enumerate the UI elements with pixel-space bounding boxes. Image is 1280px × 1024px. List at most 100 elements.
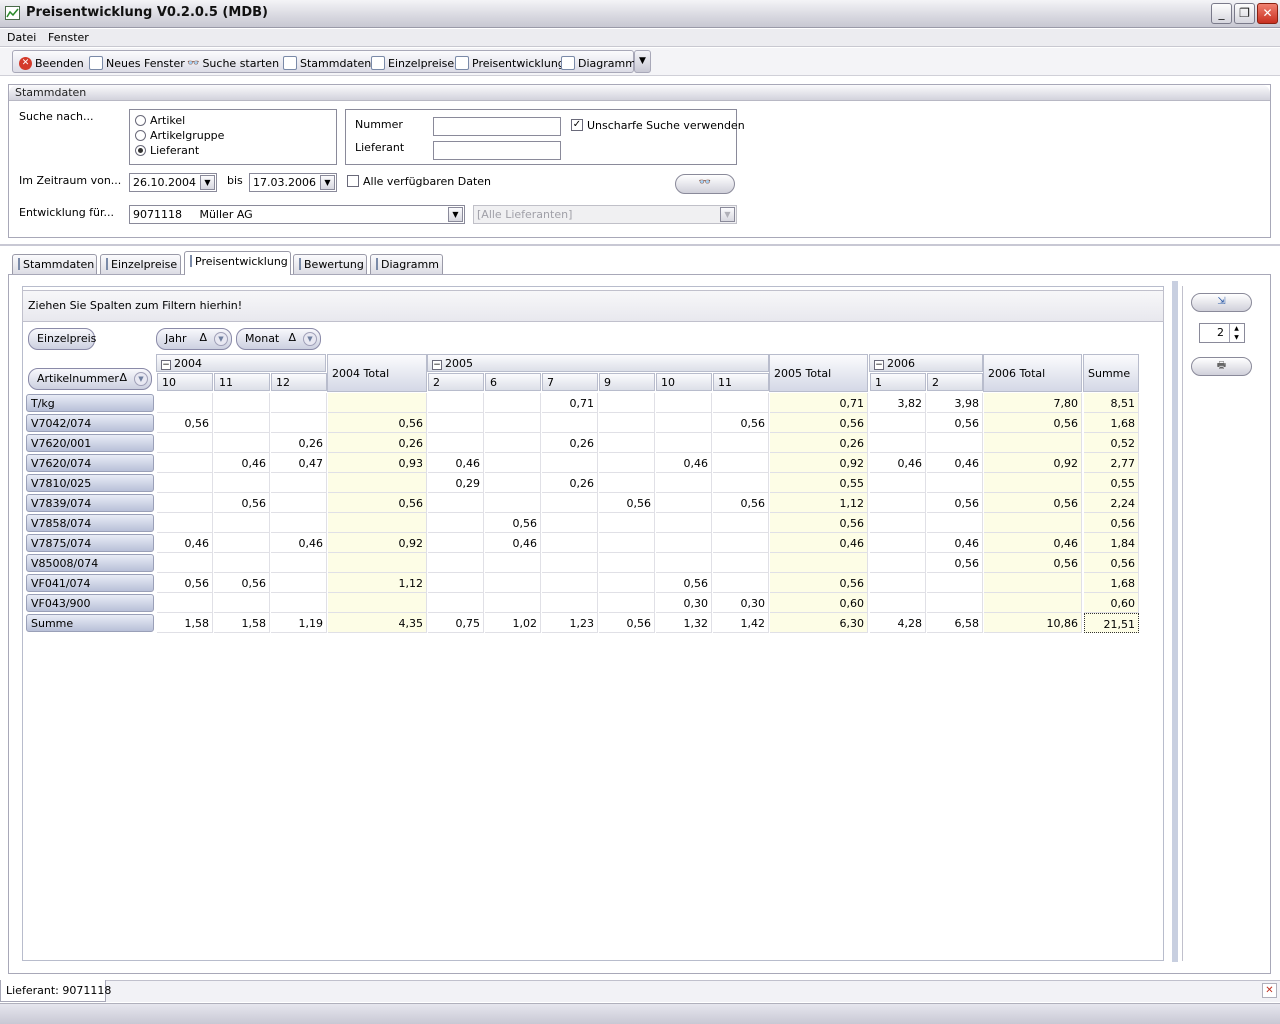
pivot-cell[interactable]: 0,56 [157, 573, 213, 593]
pivot-cell[interactable]: 0,56 [485, 513, 541, 533]
pivot-cell[interactable] [870, 493, 926, 513]
row-header[interactable]: Summe [26, 614, 154, 632]
pivot-cell[interactable] [157, 593, 213, 613]
maximize-button[interactable]: ❐ [1234, 3, 1255, 24]
pivot-cell[interactable] [599, 533, 655, 553]
menu-fenster[interactable]: Fenster [48, 31, 89, 44]
alle-daten-checkbox[interactable] [347, 175, 359, 187]
preisentwicklung-button[interactable]: Preisentwicklung [455, 55, 565, 71]
month-header[interactable]: 2 [927, 373, 983, 391]
radio-artikelgruppe[interactable] [135, 130, 146, 141]
pivot-cell[interactable]: 0,56 [1084, 553, 1139, 573]
print-button[interactable]: 🖶 [1191, 357, 1252, 376]
month-header[interactable]: 11 [214, 373, 270, 391]
date-from-input[interactable]: 26.10.2004 ▼ [129, 173, 217, 192]
pivot-cell[interactable] [485, 493, 541, 513]
pivot-cell[interactable] [328, 553, 427, 573]
pivot-cell[interactable] [599, 413, 655, 433]
pivot-cell[interactable]: 0,56 [770, 573, 868, 593]
pivot-cell[interactable]: 0,56 [927, 493, 983, 513]
close-icon[interactable]: ✕ [1262, 983, 1277, 998]
pivot-cell[interactable] [428, 513, 484, 533]
pivot-cell[interactable]: 0,46 [485, 533, 541, 553]
pivot-cell[interactable] [927, 473, 983, 493]
filter-dropdown-icon[interactable]: ▼ [214, 332, 228, 346]
menu-datei[interactable]: Datei [7, 31, 36, 44]
collapse-icon[interactable]: − [432, 360, 442, 370]
pivot-cell[interactable]: 0,56 [656, 573, 712, 593]
year-header-2006[interactable]: −2006 [869, 354, 983, 372]
pivot-cell[interactable] [984, 473, 1082, 493]
pivot-cell[interactable] [485, 433, 541, 453]
pivot-cell[interactable] [271, 553, 327, 573]
filter-dropdown-icon[interactable]: ▼ [303, 332, 317, 346]
pivot-cell[interactable] [271, 413, 327, 433]
radio-lieferant[interactable] [135, 145, 146, 156]
pivot-cell[interactable] [542, 453, 598, 473]
year-header-2004[interactable]: −2004 [156, 354, 326, 372]
einzelpreise-button[interactable]: Einzelpreise [371, 55, 454, 71]
neues-fenster-button[interactable]: Neues Fenster [89, 55, 185, 71]
pivot-cell[interactable] [428, 393, 484, 413]
total-header-2004[interactable]: 2004 Total [327, 354, 427, 392]
pivot-cell[interactable]: 0,30 [713, 593, 769, 613]
month-header[interactable]: 10 [157, 373, 213, 391]
pivot-cell[interactable]: 3,98 [927, 393, 983, 413]
pivot-cell[interactable] [599, 453, 655, 473]
pivot-cell[interactable]: 0,46 [870, 453, 926, 473]
pivot-cell[interactable]: 0,56 [157, 413, 213, 433]
pivot-cell[interactable] [485, 473, 541, 493]
pivot-cell[interactable]: 0,55 [770, 473, 868, 493]
pivot-cell[interactable] [157, 473, 213, 493]
pivot-cell[interactable] [157, 493, 213, 513]
pivot-cell[interactable]: 0,92 [770, 453, 868, 473]
pivot-cell[interactable] [542, 573, 598, 593]
pivot-cell[interactable]: 0,71 [770, 393, 868, 413]
pivot-cell[interactable] [599, 553, 655, 573]
pivot-cell[interactable] [271, 513, 327, 533]
pivot-cell[interactable]: 1,23 [542, 613, 598, 633]
pivot-cell[interactable]: 0,47 [271, 453, 327, 473]
pivot-cell[interactable] [214, 553, 270, 573]
search-button[interactable]: 👓 [675, 174, 735, 194]
pivot-cell[interactable]: 7,80 [984, 393, 1082, 413]
pivot-cell[interactable]: 1,19 [271, 613, 327, 633]
pivot-cell[interactable]: 4,35 [328, 613, 427, 633]
month-header[interactable]: 1 [870, 373, 926, 391]
pivot-cell[interactable] [927, 513, 983, 533]
date-to-input[interactable]: 17.03.2006 ▼ [249, 173, 337, 192]
row-header[interactable]: VF041/074 [26, 574, 154, 592]
pivot-cell[interactable]: 0,46 [656, 453, 712, 473]
collapse-icon[interactable]: − [874, 360, 884, 370]
pivot-cell[interactable] [271, 573, 327, 593]
data-field-einzelpreis[interactable]: Einzelpreis [28, 328, 96, 350]
pivot-cell[interactable] [656, 393, 712, 413]
row-header[interactable]: V7875/074 [26, 534, 154, 552]
unscharf-checkbox[interactable]: ✓ [571, 119, 583, 131]
pivot-cell[interactable]: 0,26 [271, 433, 327, 453]
pivot-cell[interactable] [770, 553, 868, 573]
beenden-button[interactable]: ✕ Beenden [19, 55, 84, 71]
pivot-cell[interactable]: 0,60 [770, 593, 868, 613]
total-header-2005[interactable]: 2005 Total [769, 354, 868, 392]
pivot-cell[interactable] [870, 473, 926, 493]
pivot-cell[interactable]: 0,56 [713, 493, 769, 513]
pivot-cell[interactable] [870, 573, 926, 593]
pivot-cell[interactable]: 2,77 [1084, 453, 1139, 473]
pivot-cell[interactable] [271, 393, 327, 413]
pivot-cell[interactable] [927, 433, 983, 453]
pivot-cell[interactable]: 1,12 [770, 493, 868, 513]
row-header[interactable]: V7620/001 [26, 434, 154, 452]
month-header[interactable]: 11 [713, 373, 769, 391]
chevron-down-icon[interactable]: ▼ [448, 207, 463, 222]
pivot-cell[interactable] [485, 593, 541, 613]
pivot-cell[interactable]: 0,46 [271, 533, 327, 553]
pivot-cell[interactable] [542, 413, 598, 433]
pivot-cell[interactable] [328, 593, 427, 613]
row-header[interactable]: V7620/074 [26, 454, 154, 472]
pivot-cell[interactable] [713, 433, 769, 453]
pivot-cell[interactable]: 8,51 [1084, 393, 1139, 413]
pivot-cell[interactable]: 0,56 [984, 553, 1082, 573]
month-header[interactable]: 2 [428, 373, 484, 391]
pivot-cell[interactable] [485, 413, 541, 433]
